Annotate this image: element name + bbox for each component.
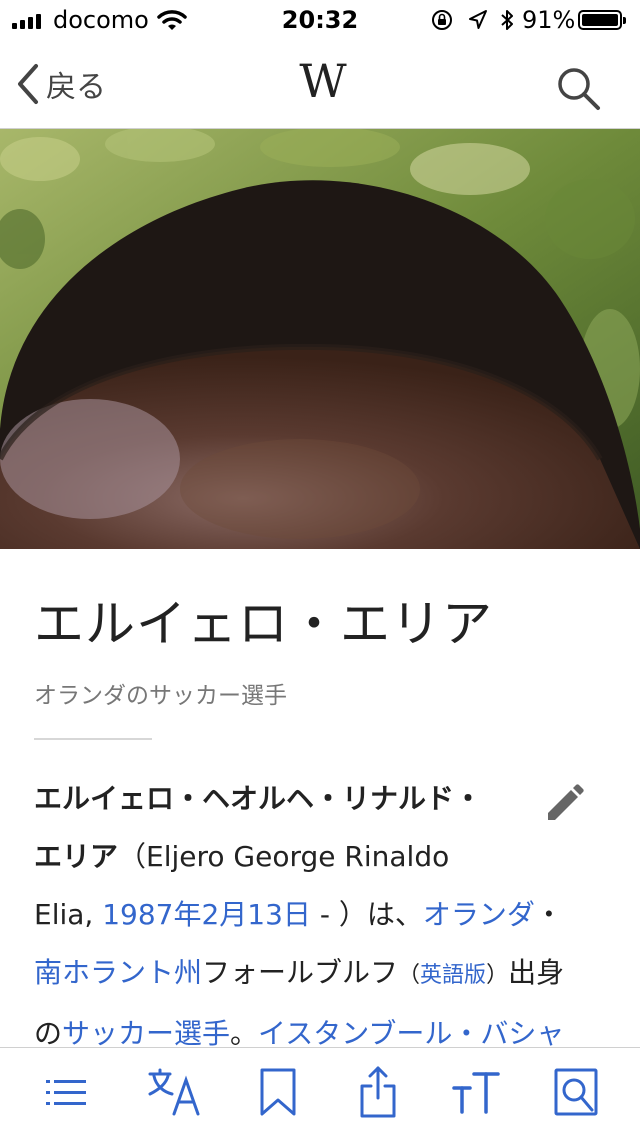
- status-bar: docomo 20:32 91%: [0, 0, 640, 40]
- link-istanbul-basaksehir[interactable]: イスタンブール・バシャ: [258, 1017, 564, 1050]
- article-body: エルイェロ・ヘオルヘ・リナルド・ エリア（Eljero George Rinal…: [34, 770, 614, 1063]
- navigation-bar: 戻る W: [0, 40, 640, 129]
- text-segment: - ）は、: [310, 898, 423, 931]
- bold-name-part-2: エリア: [34, 840, 119, 873]
- text-segment: ・: [534, 898, 563, 931]
- battery-icon: [578, 10, 626, 30]
- body-line-3: Elia, 1987年2月13日 - ）は、オランダ・: [34, 886, 614, 944]
- share-icon[interactable]: [352, 1066, 404, 1118]
- body-line-2: エリア（Eljero George Rinaldo: [34, 828, 614, 886]
- body-line-4: 南ホラント州フォールブルフ（英語版）出身: [34, 944, 614, 1005]
- link-south-holland[interactable]: 南ホラント州: [34, 956, 202, 989]
- battery-percent: 91%: [522, 6, 576, 34]
- link-english-version[interactable]: 英語版: [420, 963, 486, 988]
- text-segment: 出身: [508, 956, 565, 989]
- latin-name-end: Elia,: [34, 898, 103, 931]
- paren-open: （: [398, 963, 421, 988]
- text-voorburg: フォールブルフ: [202, 956, 399, 989]
- language-icon[interactable]: [148, 1066, 200, 1118]
- article-title: エルイェロ・エリア: [34, 595, 493, 653]
- wikipedia-logo[interactable]: W: [0, 54, 640, 108]
- bold-name-part-1: エルイェロ・ヘオルヘ・リナルド・: [34, 782, 483, 815]
- paren-close: ）: [486, 963, 509, 988]
- rotation-lock-icon: [432, 10, 452, 30]
- body-line-1: エルイェロ・ヘオルヘ・リナルド・: [34, 770, 614, 828]
- contents-icon[interactable]: [40, 1066, 92, 1118]
- text-size-icon[interactable]: [450, 1066, 502, 1118]
- article-description: オランダのサッカー選手: [34, 683, 287, 709]
- bluetooth-icon: [501, 10, 513, 30]
- text-segment: の: [34, 1017, 63, 1050]
- text-segment: 。: [230, 1017, 259, 1050]
- search-icon[interactable]: [554, 64, 602, 112]
- location-icon: [469, 10, 487, 29]
- latin-name-text: （Eljero George Rinaldo: [118, 840, 450, 873]
- bottom-toolbar: [0, 1047, 640, 1137]
- bookmark-icon[interactable]: [252, 1066, 304, 1118]
- link-netherlands[interactable]: オランダ: [423, 898, 535, 931]
- find-in-page-icon[interactable]: [552, 1066, 604, 1118]
- link-birth-date[interactable]: 1987年2月13日: [102, 898, 311, 931]
- article-lead-image[interactable]: [0, 129, 640, 549]
- header-divider: [34, 738, 152, 740]
- link-football-player[interactable]: サッカー選手: [62, 1017, 230, 1050]
